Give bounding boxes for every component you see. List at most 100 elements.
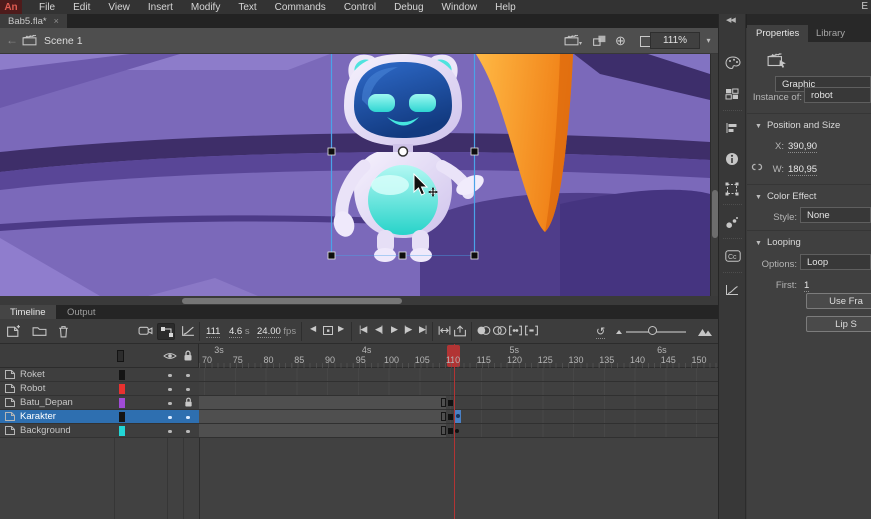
layer-name[interactable]: Background bbox=[20, 425, 199, 436]
menu-item-file[interactable]: File bbox=[30, 1, 64, 14]
layer-depth-icon[interactable] bbox=[181, 325, 197, 338]
use-frame-picker-button[interactable]: Use Fra bbox=[806, 293, 871, 309]
tab-timeline[interactable]: Timeline bbox=[0, 305, 56, 319]
go-to-first-frame-icon[interactable] bbox=[359, 324, 371, 336]
layer-outline-color[interactable] bbox=[119, 370, 125, 380]
layer-outline-color[interactable] bbox=[119, 398, 125, 408]
layer-visibility-dot[interactable] bbox=[168, 402, 172, 406]
scene-name[interactable]: Scene 1 bbox=[44, 35, 83, 47]
keyframe[interactable] bbox=[448, 414, 453, 420]
layer-name[interactable]: Batu_Depan bbox=[20, 397, 199, 408]
frame-rate-value[interactable]: 24.00 fps bbox=[257, 326, 296, 337]
frames-row-karakter[interactable] bbox=[199, 410, 718, 424]
elapsed-time-value[interactable]: 4.6 s bbox=[229, 326, 250, 337]
stage-vertical-scrollbar[interactable] bbox=[710, 54, 718, 296]
layer-row-background[interactable]: Background bbox=[0, 424, 199, 438]
zoom-chevron-icon[interactable]: ▾ bbox=[701, 32, 716, 49]
stage-canvas[interactable] bbox=[0, 54, 710, 296]
brush-library-panel-icon[interactable] bbox=[725, 216, 741, 232]
modify-markers-icon[interactable] bbox=[524, 325, 540, 338]
span-end-frame[interactable] bbox=[441, 398, 446, 407]
eye-icon[interactable] bbox=[163, 351, 177, 361]
stage-horizontal-scrollbar[interactable] bbox=[0, 296, 718, 305]
new-layer-icon[interactable] bbox=[6, 325, 22, 338]
outline-color-column-icon[interactable] bbox=[117, 350, 124, 362]
camera-icon[interactable] bbox=[138, 325, 154, 338]
menu-item-insert[interactable]: Insert bbox=[139, 1, 182, 14]
layer-lock-dot[interactable] bbox=[186, 430, 190, 434]
cc-libraries-panel-icon[interactable]: Cc bbox=[725, 250, 741, 266]
playhead-line[interactable] bbox=[454, 344, 456, 519]
layer-visibility-dot[interactable] bbox=[168, 430, 172, 434]
play-icon[interactable] bbox=[391, 324, 401, 336]
menu-item-control[interactable]: Control bbox=[335, 1, 385, 14]
center-stage-icon[interactable]: ⊕ bbox=[615, 33, 626, 49]
stage-horizontal-scrollbar-thumb[interactable] bbox=[182, 298, 402, 304]
layer-lock-dot[interactable] bbox=[186, 388, 190, 392]
keyframe-dot[interactable] bbox=[455, 429, 459, 433]
style-dropdown[interactable]: None bbox=[800, 207, 871, 223]
document-tab[interactable]: Bab5.fla* × bbox=[0, 14, 67, 28]
menu-item-edit[interactable]: Edit bbox=[64, 1, 99, 14]
layer-row-roket[interactable]: Roket bbox=[0, 368, 199, 382]
motion-editor-panel-icon[interactable] bbox=[725, 284, 741, 300]
loop-options-dropdown[interactable]: Loop bbox=[800, 254, 871, 270]
tab-output[interactable]: Output bbox=[57, 305, 106, 319]
edit-scene-icon[interactable] bbox=[564, 34, 580, 47]
current-frame-value[interactable]: 111 bbox=[206, 326, 220, 338]
frames-row-background[interactable] bbox=[199, 424, 718, 438]
align-panel-icon[interactable] bbox=[725, 122, 741, 138]
info-panel-icon[interactable] bbox=[725, 152, 741, 168]
selected-frame[interactable] bbox=[454, 410, 461, 423]
onion-skin-icon[interactable] bbox=[476, 325, 492, 338]
edit-symbols-icon[interactable] bbox=[592, 34, 608, 47]
position-size-section-header[interactable]: ▼Position and Size bbox=[755, 120, 840, 131]
transform-panel-icon[interactable] bbox=[725, 182, 741, 198]
menu-item-window[interactable]: Window bbox=[433, 1, 487, 14]
layer-lock-dot[interactable] bbox=[186, 374, 190, 378]
color-effect-section-header[interactable]: ▼Color Effect bbox=[755, 191, 816, 202]
layer-outline-color[interactable] bbox=[119, 384, 125, 394]
frame-span[interactable] bbox=[199, 396, 446, 409]
step-forward-icon[interactable] bbox=[404, 324, 416, 336]
close-icon[interactable]: × bbox=[54, 16, 59, 26]
step-back-one-icon[interactable]: ◀ bbox=[310, 324, 315, 333]
export-frame-icon[interactable] bbox=[453, 325, 467, 338]
keyframe[interactable] bbox=[448, 400, 453, 406]
edit-scene-chevron-icon[interactable]: ▾ bbox=[579, 40, 582, 47]
first-frame-value[interactable]: 1 bbox=[804, 280, 809, 292]
swatches-panel-icon[interactable] bbox=[725, 88, 741, 104]
app-logo[interactable]: An bbox=[0, 0, 22, 14]
layer-outline-color[interactable] bbox=[119, 412, 125, 422]
menu-item-modify[interactable]: Modify bbox=[182, 1, 229, 14]
frames-row-robot[interactable] bbox=[199, 382, 718, 396]
x-value[interactable]: 390,90 bbox=[788, 141, 817, 153]
frame-span[interactable] bbox=[199, 424, 446, 437]
menu-item-text[interactable]: Text bbox=[229, 1, 265, 14]
go-to-last-frame-icon[interactable] bbox=[419, 324, 431, 336]
frame-size-slider-knob[interactable] bbox=[648, 326, 657, 335]
layer-name[interactable]: Roket bbox=[20, 369, 199, 380]
layer-outline-color[interactable] bbox=[119, 426, 125, 436]
workspace-switcher-cut[interactable]: E bbox=[861, 1, 868, 12]
keyframe[interactable] bbox=[448, 428, 453, 434]
layer-visibility-dot[interactable] bbox=[168, 388, 172, 392]
menu-item-commands[interactable]: Commands bbox=[266, 1, 335, 14]
layer-lock-dot[interactable] bbox=[186, 416, 190, 420]
layer-visibility-dot[interactable] bbox=[168, 416, 172, 420]
step-back-icon[interactable] bbox=[375, 324, 387, 336]
span-end-frame[interactable] bbox=[441, 426, 446, 435]
layer-name[interactable]: Robot bbox=[20, 383, 199, 394]
lip-sync-button[interactable]: Lip S bbox=[806, 316, 871, 332]
layer-row-batu_depan[interactable]: Batu_Depan bbox=[0, 396, 199, 410]
stage-zoom-value[interactable]: 111% bbox=[650, 32, 700, 49]
layer-lock-icon[interactable] bbox=[184, 397, 193, 408]
layer-visibility-dot[interactable] bbox=[168, 374, 172, 378]
span-end-frame[interactable] bbox=[441, 412, 446, 421]
reset-timeline-zoom-icon[interactable]: ↺ bbox=[596, 325, 605, 339]
collapse-panels-icon[interactable]: ◀◀ bbox=[726, 16, 735, 24]
frames-row-roket[interactable] bbox=[199, 368, 718, 382]
lock-icon[interactable] bbox=[183, 350, 193, 362]
shorter-frames-icon[interactable] bbox=[615, 329, 623, 335]
menu-item-help[interactable]: Help bbox=[486, 1, 525, 14]
